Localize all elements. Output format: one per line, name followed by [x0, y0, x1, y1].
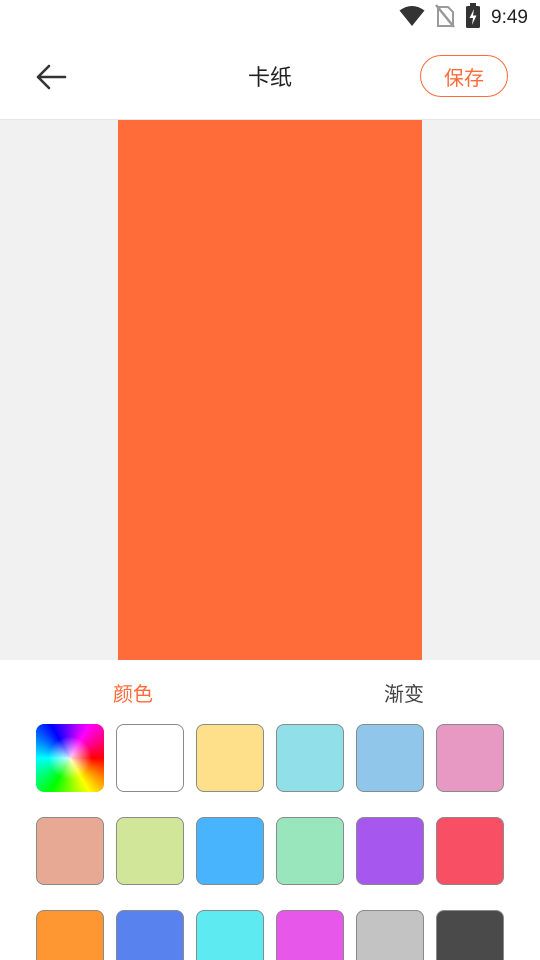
swatch-rainbow-picker[interactable] [36, 724, 104, 792]
swatch-sky-blue[interactable] [196, 817, 264, 885]
status-icons: 9:49 [399, 3, 528, 33]
battery-charging-icon [465, 3, 481, 33]
swatch-red[interactable] [436, 817, 504, 885]
swatch-pale-yellow[interactable] [196, 724, 264, 792]
preview-area [0, 120, 540, 660]
swatch-pink[interactable] [436, 724, 504, 792]
status-time: 9:49 [491, 7, 528, 28]
swatch-white[interactable] [116, 724, 184, 792]
card-preview [118, 120, 422, 660]
swatch-light-blue[interactable] [356, 724, 424, 792]
save-button[interactable]: 保存 [420, 55, 508, 97]
tab-gradient[interactable]: 渐变 [384, 678, 424, 707]
swatch-dark-gray[interactable] [436, 910, 504, 960]
swatch-salmon[interactable] [36, 817, 104, 885]
swatch-gray[interactable] [356, 910, 424, 960]
swatch-purple[interactable] [356, 817, 424, 885]
tab-bar: 颜色 渐变 [0, 660, 540, 722]
status-bar: 9:49 [0, 0, 540, 36]
swatch-pale-green[interactable] [116, 817, 184, 885]
swatch-aqua[interactable] [196, 910, 264, 960]
swatch-mint[interactable] [276, 817, 344, 885]
tab-color[interactable]: 颜色 [113, 678, 153, 707]
swatch-light-cyan[interactable] [276, 724, 344, 792]
swatch-orange[interactable] [36, 910, 104, 960]
wifi-icon [399, 5, 425, 31]
card-paper-screen: 9:49 卡纸 保存 颜色 渐变 [0, 0, 540, 960]
app-bar: 卡纸 保存 [0, 36, 540, 120]
swatch-royal-blue[interactable] [116, 910, 184, 960]
no-sim-icon [435, 4, 455, 32]
swatch-magenta[interactable] [276, 910, 344, 960]
